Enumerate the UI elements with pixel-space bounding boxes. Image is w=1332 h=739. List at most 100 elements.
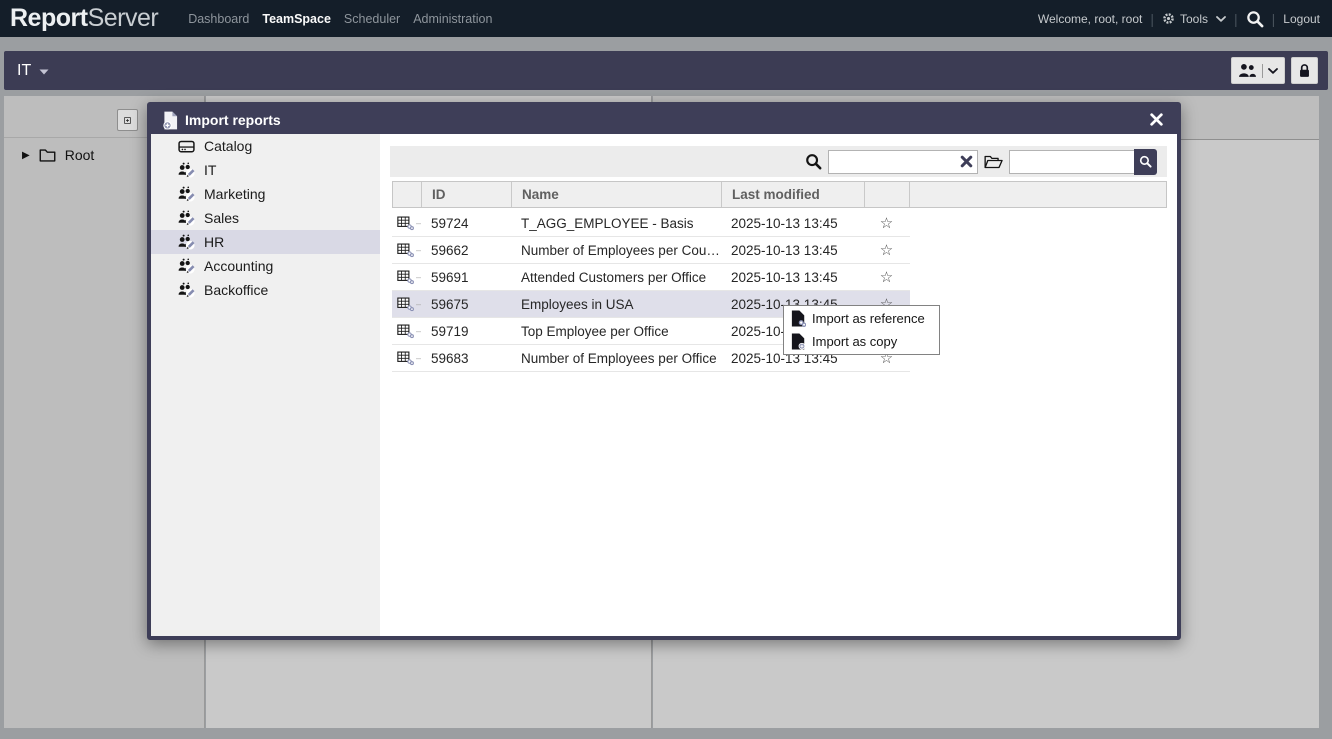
report-link-icon: [397, 215, 414, 231]
column-empty: [910, 182, 1166, 207]
source-item-label: Accounting: [204, 258, 273, 274]
report-id: 59719: [421, 324, 511, 339]
top-header: ReportServer Dashboard TeamSpace Schedul…: [0, 0, 1332, 37]
doc-plus-icon: [791, 333, 806, 350]
source-item-hr[interactable]: HR: [151, 230, 380, 254]
teamspace-bar: IT: [4, 51, 1328, 90]
catalog-icon: [177, 140, 196, 153]
column-icon: [393, 182, 422, 207]
report-name: T_AGG_EMPLOYEE - Basis: [511, 216, 721, 231]
report-id: 59662: [421, 243, 511, 258]
report-name: Employees in USA: [511, 297, 721, 312]
divider: |: [1234, 11, 1238, 27]
reportserver-app: ReportServer Dashboard TeamSpace Schedul…: [0, 0, 1332, 739]
users-icon: [1238, 63, 1257, 78]
search-go-button[interactable]: [1134, 149, 1157, 175]
report-id: 59724: [421, 216, 511, 231]
teamspace-security-button[interactable]: [1291, 57, 1318, 84]
menu-import-as-copy[interactable]: Import as copy: [784, 330, 939, 353]
nav-administration[interactable]: Administration: [413, 12, 492, 26]
dialog-body: Catalog IT Marketing Sales HR: [151, 134, 1177, 636]
source-item-label: HR: [204, 234, 224, 250]
menu-import-as-reference[interactable]: Import as reference: [784, 307, 939, 330]
teamspace-icon: [177, 186, 196, 202]
source-item-sales[interactable]: Sales: [151, 206, 380, 230]
lock-icon: [1298, 63, 1311, 78]
tools-label: Tools: [1180, 12, 1208, 26]
column-name[interactable]: Name: [512, 182, 722, 207]
source-item-backoffice[interactable]: Backoffice: [151, 278, 380, 302]
report-modified: 2025-10-13 13:45: [721, 270, 864, 285]
import-context-menu: Import as reference Import as copy: [783, 305, 940, 355]
dialog-title: Import reports: [185, 112, 281, 128]
source-item-label: Sales: [204, 210, 239, 226]
teamspace-icon: [177, 282, 196, 298]
menu-item-label: Import as reference: [812, 311, 925, 326]
divider: [1262, 64, 1263, 78]
column-favorite: [865, 182, 910, 207]
tree-node-label: Root: [65, 147, 95, 163]
source-item-label: IT: [204, 162, 216, 178]
filter-input[interactable]: [828, 150, 978, 174]
source-item-it[interactable]: IT: [151, 158, 380, 182]
folder-icon: [39, 149, 56, 162]
search-group: [1009, 149, 1157, 175]
menu-item-label: Import as copy: [812, 334, 897, 349]
report-link-icon: [397, 323, 414, 339]
report-name: Number of Employees per Cou…: [511, 243, 721, 258]
chevron-down-icon: [1268, 68, 1278, 74]
add-node-button[interactable]: [117, 109, 138, 131]
tools-chevron-down-icon[interactable]: [1216, 16, 1226, 22]
report-table-header: ID Name Last modified: [392, 181, 1167, 208]
teamspace-members-button[interactable]: [1231, 57, 1285, 84]
doc-link-icon: [791, 310, 806, 327]
search-toolbar: [390, 146, 1167, 177]
nav-scheduler[interactable]: Scheduler: [344, 12, 400, 26]
teamspace-icon: [177, 210, 196, 226]
import-report-icon: [163, 111, 178, 130]
report-name: Number of Employees per Office: [511, 351, 721, 366]
global-search-icon[interactable]: [1246, 10, 1264, 28]
source-item-accounting[interactable]: Accounting: [151, 254, 380, 278]
logo-light: Server: [88, 4, 159, 32]
import-reports-dialog: Import reports Catalog IT Marketing: [147, 102, 1181, 640]
report-id: 59691: [421, 270, 511, 285]
expand-arrow-icon[interactable]: ▶: [22, 150, 30, 161]
report-id: 59675: [421, 297, 511, 312]
close-icon[interactable]: [1149, 112, 1164, 127]
report-name: Top Employee per Office: [511, 324, 721, 339]
import-source-list: Catalog IT Marketing Sales HR: [151, 134, 380, 636]
favorite-star-icon[interactable]: ☆: [864, 268, 909, 286]
search-input[interactable]: [1009, 150, 1134, 174]
report-row[interactable]: – 59724 T_AGG_EMPLOYEE - Basis 2025-10-1…: [392, 210, 910, 237]
report-modified: 2025-10-13 13:45: [721, 216, 864, 231]
header-right: Welcome, root, root | Tools | | Logout: [1038, 10, 1320, 28]
browse-folder-icon[interactable]: [984, 155, 1003, 169]
report-row[interactable]: – 59691 Attended Customers per Office 20…: [392, 264, 910, 291]
gear-icon: [1162, 12, 1175, 25]
report-row[interactable]: – 59662 Number of Employees per Cou… 202…: [392, 237, 910, 264]
teamspace-selector[interactable]: IT: [17, 62, 49, 80]
report-name: Attended Customers per Office: [511, 270, 721, 285]
source-item-label: Backoffice: [204, 282, 268, 298]
tools-menu[interactable]: Tools: [1162, 12, 1208, 26]
clear-filter-icon[interactable]: [960, 155, 973, 168]
report-link-icon: [397, 296, 414, 312]
column-last-modified[interactable]: Last modified: [722, 182, 865, 207]
report-link-icon: [397, 269, 414, 285]
column-id[interactable]: ID: [422, 182, 512, 207]
favorite-star-icon[interactable]: ☆: [864, 241, 909, 259]
source-item-catalog[interactable]: Catalog: [151, 134, 380, 158]
current-teamspace-label: IT: [17, 62, 31, 80]
favorite-star-icon[interactable]: ☆: [864, 214, 909, 232]
welcome-text: Welcome, root, root: [1038, 12, 1142, 26]
source-item-marketing[interactable]: Marketing: [151, 182, 380, 206]
boxed-plus-icon: [124, 114, 131, 127]
app-logo[interactable]: ReportServer: [10, 4, 158, 33]
divider: |: [1272, 11, 1276, 27]
filter-search-icon: [805, 153, 822, 170]
report-link-icon: [397, 350, 414, 366]
nav-dashboard[interactable]: Dashboard: [188, 12, 249, 26]
nav-teamspace[interactable]: TeamSpace: [262, 12, 331, 26]
logout-link[interactable]: Logout: [1283, 12, 1320, 26]
